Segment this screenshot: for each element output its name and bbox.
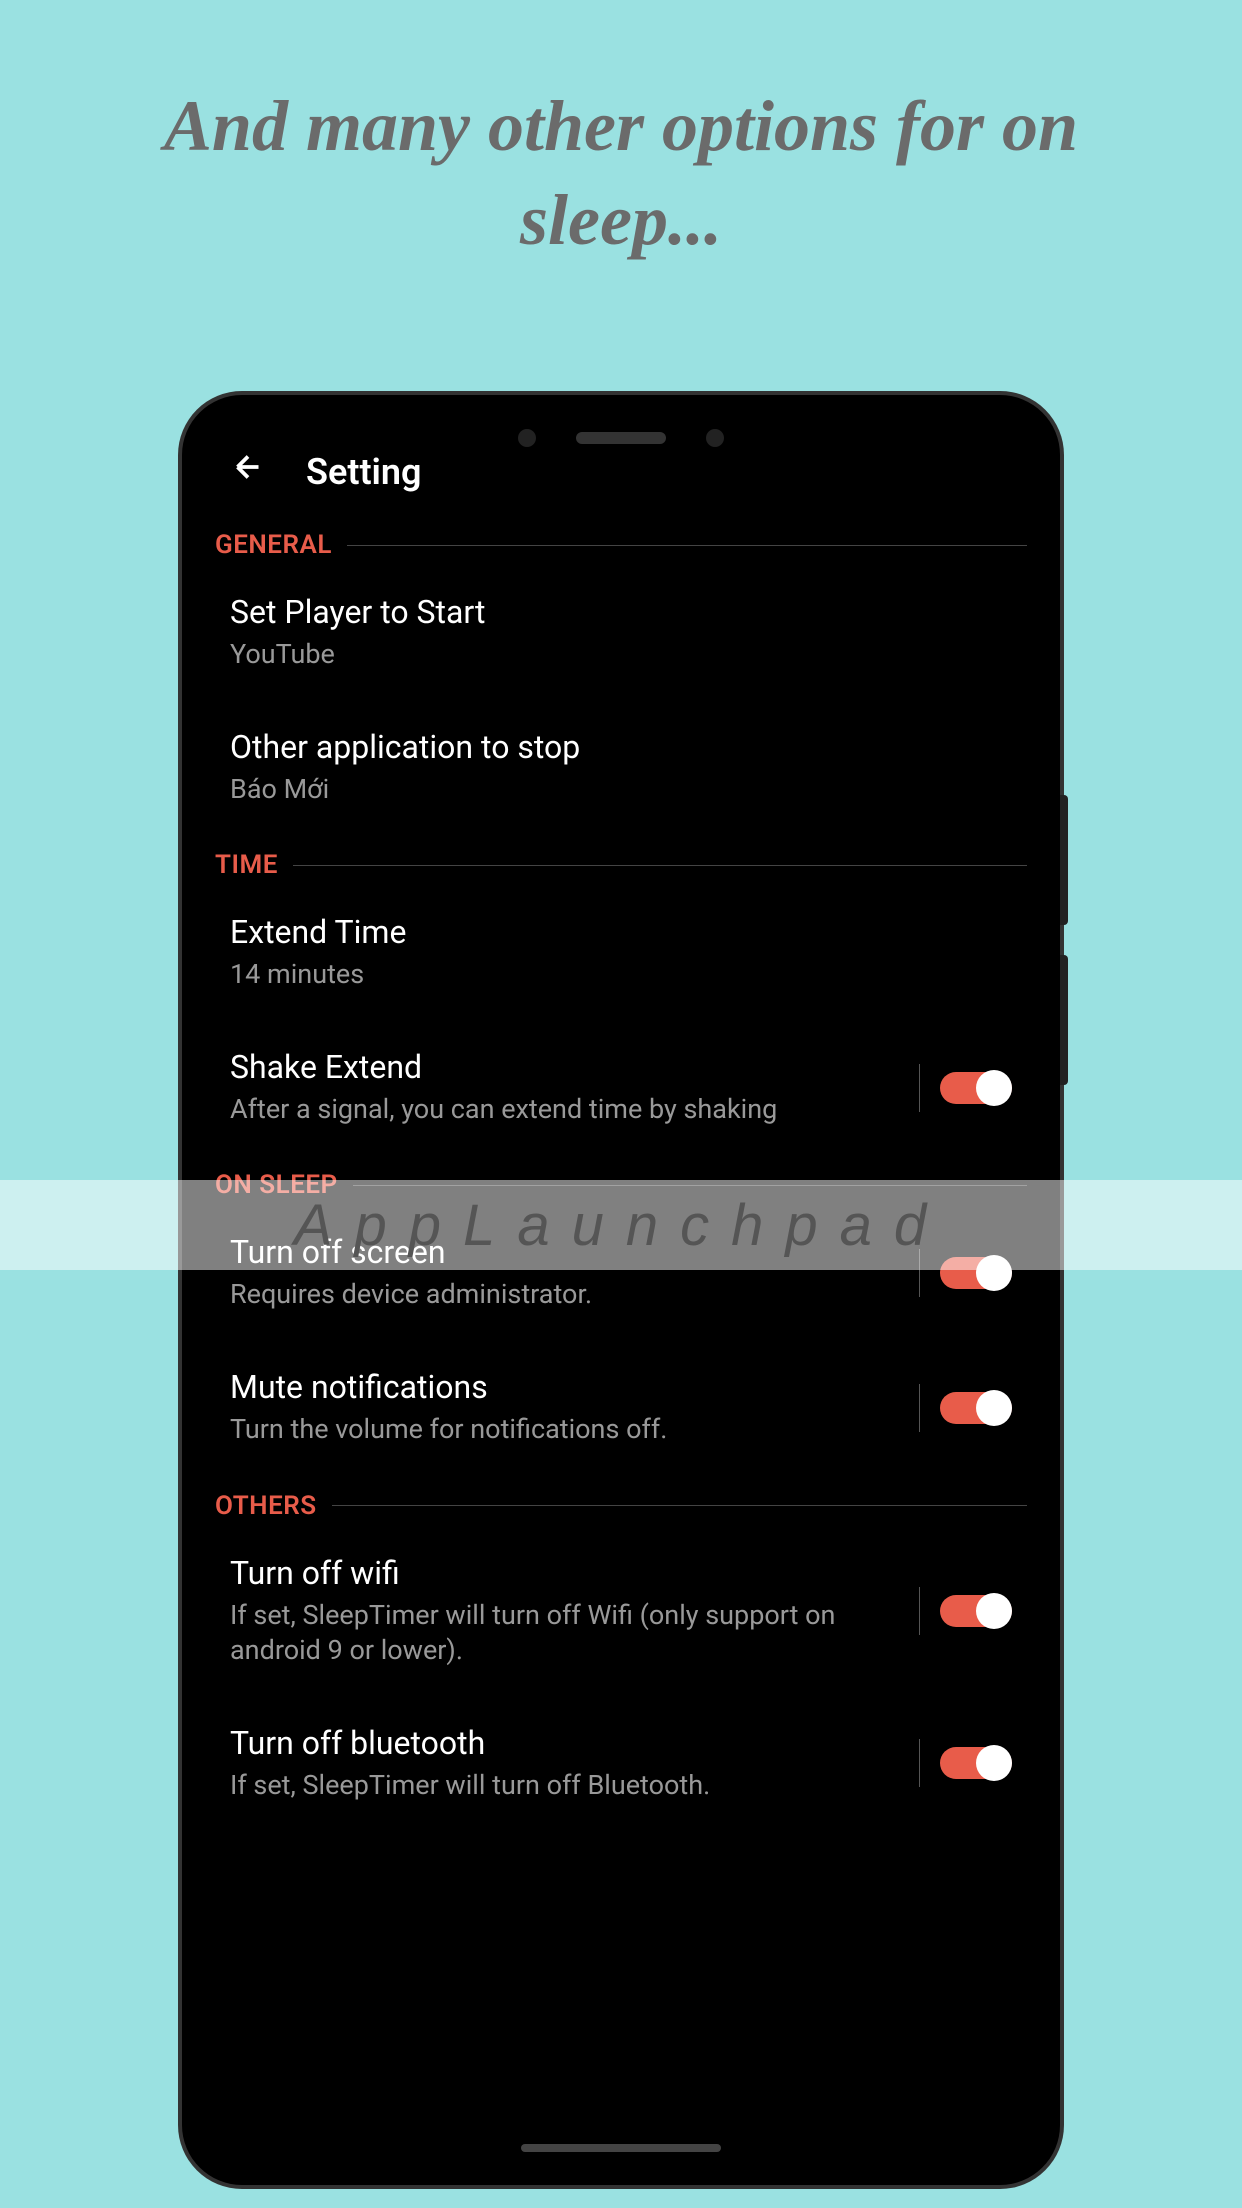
setting-text: Extend Time 14 minutes — [230, 913, 1012, 992]
app-screen: Setting GENERAL Set Player to Start YouT… — [200, 413, 1042, 2167]
setting-subtitle: Báo Mới — [230, 772, 1012, 807]
promo-headline: And many other options for on sleep... — [0, 0, 1242, 307]
toggle-turn-off-bluetooth[interactable] — [940, 1747, 1012, 1779]
phone-speaker — [576, 432, 666, 444]
setting-turn-off-wifi[interactable]: Turn off wifi If set, SleepTimer will tu… — [200, 1526, 1042, 1696]
setting-text: Turn off wifi If set, SleepTimer will tu… — [230, 1554, 899, 1668]
setting-subtitle: 14 minutes — [230, 957, 1012, 992]
setting-text: Other application to stop Báo Mới — [230, 728, 1012, 807]
vertical-divider — [919, 1739, 920, 1787]
setting-other-app-stop[interactable]: Other application to stop Báo Mới — [200, 700, 1042, 835]
setting-turn-off-bluetooth[interactable]: Turn off bluetooth If set, SleepTimer wi… — [200, 1696, 1042, 1831]
toggle-container — [919, 1739, 1012, 1787]
section-header-general: GENERAL — [200, 515, 1042, 565]
page-title: Setting — [306, 451, 421, 493]
toggle-container — [919, 1384, 1012, 1432]
section-label: TIME — [215, 850, 278, 880]
setting-title: Extend Time — [230, 913, 1012, 951]
watermark-text: AppLaunchpad — [294, 1192, 948, 1259]
setting-shake-extend[interactable]: Shake Extend After a signal, you can ext… — [200, 1020, 1042, 1155]
toggle-shake-extend[interactable] — [940, 1072, 1012, 1104]
phone-sensor-dot — [706, 429, 724, 447]
section-divider — [293, 865, 1027, 866]
setting-text: Mute notifications Turn the volume for n… — [230, 1368, 899, 1447]
setting-subtitle: If set, SleepTimer will turn off Bluetoo… — [230, 1768, 899, 1803]
phone-side-button — [1060, 955, 1068, 1085]
setting-title: Turn off bluetooth — [230, 1724, 899, 1762]
phone-mockup-frame: Setting GENERAL Set Player to Start YouT… — [182, 395, 1060, 2185]
setting-title: Mute notifications — [230, 1368, 899, 1406]
setting-title: Set Player to Start — [230, 593, 1012, 631]
home-indicator — [521, 2144, 721, 2152]
section-header-time: TIME — [200, 835, 1042, 885]
section-label: GENERAL — [215, 530, 332, 560]
phone-inner-frame: Setting GENERAL Set Player to Start YouT… — [200, 413, 1042, 2167]
phone-camera-dot — [518, 429, 536, 447]
section-divider — [347, 545, 1027, 546]
setting-mute-notifications[interactable]: Mute notifications Turn the volume for n… — [200, 1340, 1042, 1475]
toggle-knob — [976, 1070, 1012, 1106]
setting-extend-time[interactable]: Extend Time 14 minutes — [200, 885, 1042, 1020]
setting-title: Other application to stop — [230, 728, 1012, 766]
setting-title: Shake Extend — [230, 1048, 899, 1086]
setting-text: Set Player to Start YouTube — [230, 593, 1012, 672]
vertical-divider — [919, 1587, 920, 1635]
toggle-knob — [976, 1593, 1012, 1629]
setting-subtitle: YouTube — [230, 637, 1012, 672]
setting-subtitle: Requires device administrator. — [230, 1277, 899, 1312]
phone-side-button — [1060, 795, 1068, 925]
toggle-knob — [976, 1390, 1012, 1426]
section-label: OTHERS — [215, 1491, 317, 1521]
back-icon[interactable] — [230, 448, 266, 495]
setting-text: Turn off bluetooth If set, SleepTimer wi… — [230, 1724, 899, 1803]
setting-title: Turn off wifi — [230, 1554, 899, 1592]
setting-set-player[interactable]: Set Player to Start YouTube — [200, 565, 1042, 700]
setting-subtitle: Turn the volume for notifications off. — [230, 1412, 899, 1447]
watermark-overlay: AppLaunchpad — [0, 1180, 1242, 1270]
setting-subtitle: If set, SleepTimer will turn off Wifi (o… — [230, 1598, 899, 1668]
toggle-knob — [976, 1745, 1012, 1781]
phone-notch — [481, 413, 761, 463]
setting-subtitle: After a signal, you can extend time by s… — [230, 1092, 899, 1127]
toggle-mute-notifications[interactable] — [940, 1392, 1012, 1424]
section-header-others: OTHERS — [200, 1476, 1042, 1526]
toggle-container — [919, 1064, 1012, 1112]
vertical-divider — [919, 1064, 920, 1112]
section-divider — [332, 1505, 1027, 1506]
setting-text: Shake Extend After a signal, you can ext… — [230, 1048, 899, 1127]
toggle-turn-off-wifi[interactable] — [940, 1595, 1012, 1627]
toggle-container — [919, 1587, 1012, 1635]
vertical-divider — [919, 1384, 920, 1432]
